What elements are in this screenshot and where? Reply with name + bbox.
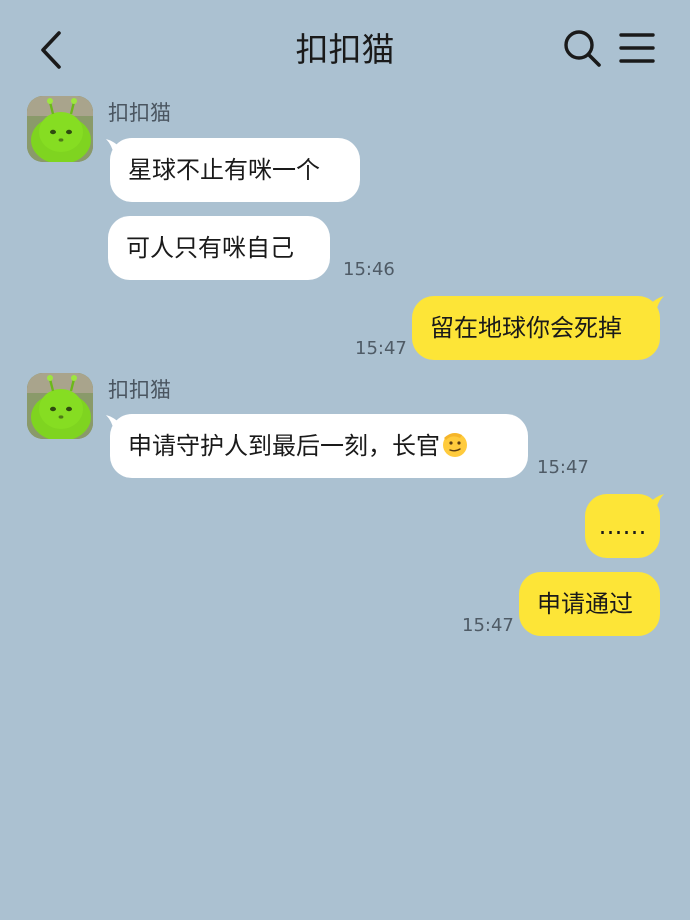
message-bubble[interactable]: 留在地球你会死掉 [412,296,660,360]
message-text: …… [598,512,647,540]
message-bubble[interactable]: 星球不止有咪一个 [110,138,360,202]
sender-name: 扣扣猫 [108,101,171,125]
message-text: 申请守护人到最后一刻，长官 [128,432,440,460]
avatar[interactable] [27,96,93,162]
message-text: 可人只有咪自己 [126,234,294,262]
avatar[interactable] [27,373,93,439]
message-bubble[interactable]: 申请通过 [519,572,660,636]
message-bubble[interactable]: 申请守护人到最后一刻，长官 [110,414,528,478]
search-button[interactable] [560,26,604,70]
bubble-tail [648,296,664,312]
message-time: 15:47 [355,338,407,359]
search-icon [564,30,601,67]
saluting-face-emoji-icon [443,433,467,457]
message-text: 留在地球你会死掉 [430,314,622,342]
message-time: 15:47 [462,615,514,636]
message-time: 15:46 [343,259,395,280]
menu-button[interactable] [614,26,660,70]
green-cat-avatar-icon [27,96,93,162]
message-text: 星球不止有咪一个 [128,156,320,184]
chat-header: 扣扣猫 [0,0,690,96]
message-time: 15:47 [537,457,589,478]
hamburger-menu-icon [619,33,655,63]
green-cat-avatar-icon [27,373,93,439]
sender-name: 扣扣猫 [108,378,171,402]
bubble-tail [648,494,664,510]
message-text: 申请通过 [537,590,633,618]
message-bubble[interactable]: 可人只有咪自己 [108,216,330,280]
